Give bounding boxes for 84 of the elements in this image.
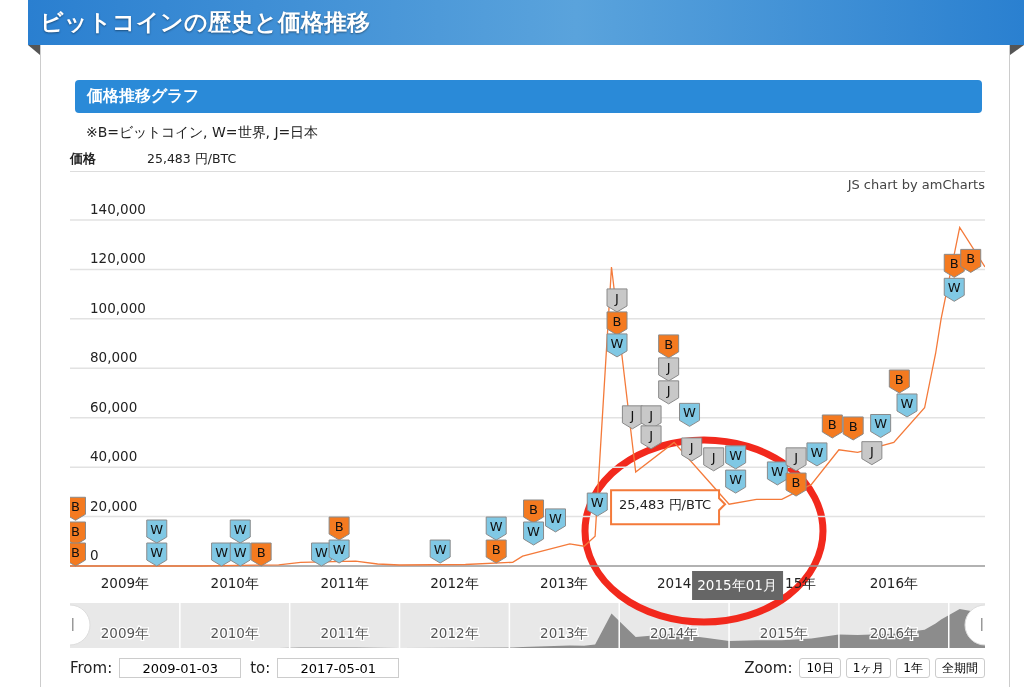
x-tick-label: 2011年 xyxy=(320,575,369,591)
x-tick-label: 2013年 xyxy=(540,575,589,591)
event-flag: W xyxy=(229,519,251,544)
event-flag: B xyxy=(70,542,86,567)
event-flag: W xyxy=(211,542,233,567)
event-flag: B xyxy=(328,516,350,541)
event-flag: J xyxy=(681,437,703,462)
event-flag: B xyxy=(785,472,807,497)
navigator-year-label: 2013年 xyxy=(540,625,589,641)
legend-note: ※B=ビットコイン, W=世界, J=日本 xyxy=(86,123,320,142)
value-tooltip: 25,483 円/BTC xyxy=(610,489,727,526)
to-label: to: xyxy=(250,659,271,677)
event-flag: W xyxy=(523,521,545,546)
event-flag: W xyxy=(606,333,628,358)
event-flag: B xyxy=(960,248,982,273)
event-flag: B xyxy=(70,496,86,521)
zoom-label: Zoom: xyxy=(744,659,793,677)
event-flag: B xyxy=(606,311,628,336)
y-tick-label: 140,000 xyxy=(90,201,146,217)
navigator-handle[interactable] xyxy=(964,604,985,646)
event-flag: W xyxy=(766,461,788,486)
from-label: From: xyxy=(70,659,113,677)
to-date-field[interactable]: 2017-05-01 xyxy=(277,658,400,678)
price-value: 25,483 円/BTC xyxy=(147,151,237,168)
from-date-field[interactable]: 2009-01-03 xyxy=(119,658,242,678)
event-flag: W xyxy=(725,469,747,494)
y-tick-label: 40,000 xyxy=(90,448,138,465)
event-flag: J xyxy=(606,288,628,313)
navigator-year-label: 2012年 xyxy=(430,625,479,641)
y-tick-label: 120,000 xyxy=(90,250,146,267)
navigator-year-label: 2011年 xyxy=(320,625,369,641)
page-title: ビットコインの歴史と価格推移 xyxy=(40,8,370,37)
navigator-year-label: 2009年 xyxy=(100,625,150,641)
event-flag: B xyxy=(485,539,507,564)
ribbon-fold xyxy=(28,45,40,55)
event-flag: J xyxy=(703,447,725,472)
event-flag: W xyxy=(725,445,747,470)
navigator-year-label: 2015年 xyxy=(759,625,809,641)
event-flag: B xyxy=(821,414,843,439)
event-flag: J xyxy=(640,425,662,450)
event-flag: W xyxy=(429,539,451,564)
section-title: 価格推移グラフ xyxy=(87,86,199,107)
event-flag: W xyxy=(679,402,700,427)
event-flag: J xyxy=(658,357,680,382)
event-flag: W xyxy=(328,539,350,564)
event-flag: W xyxy=(545,508,566,533)
event-flag: W xyxy=(943,277,965,302)
event-flag: W xyxy=(806,442,828,467)
event-flag: W xyxy=(146,519,168,544)
zoom-button[interactable]: 1年 xyxy=(896,658,930,678)
event-flag: B xyxy=(523,499,545,524)
x-tick-label: 2010年 xyxy=(210,575,259,591)
zoom-button[interactable]: 1ヶ月 xyxy=(845,658,892,678)
event-flag: W xyxy=(896,393,918,418)
cursor-date-label: 2015年01月 xyxy=(692,571,784,600)
y-tick-label: 20,000 xyxy=(90,497,138,514)
event-flag: W xyxy=(146,542,168,567)
navigator-handle[interactable] xyxy=(70,604,91,646)
zoom-button[interactable]: 全期間 xyxy=(935,658,985,678)
x-tick-label: 2012年 xyxy=(430,575,479,591)
y-tick-label: 60,000 xyxy=(90,398,138,415)
event-flag: J xyxy=(861,441,883,466)
event-flag: W xyxy=(586,492,608,517)
y-tick-label: 0 xyxy=(90,547,99,563)
event-flag: B xyxy=(842,416,864,441)
y-tick-label: 100,000 xyxy=(90,299,146,316)
event-flag: J xyxy=(621,405,643,430)
event-flag: W xyxy=(485,516,507,541)
event-flag: B xyxy=(888,369,910,394)
x-tick-label: 2009年 xyxy=(100,575,150,591)
event-flag: J xyxy=(658,380,680,405)
ribbon-fold xyxy=(1010,45,1024,55)
price-label: 価格 xyxy=(70,151,97,168)
zoom-button[interactable]: 10日 xyxy=(799,658,841,678)
event-flag: B xyxy=(658,334,680,359)
event-flag: W xyxy=(870,414,892,438)
y-tick-label: 80,000 xyxy=(90,349,138,366)
event-flag: J xyxy=(785,447,807,472)
x-tick-label: 2014 xyxy=(656,575,692,591)
chart-credit: JS chart by amCharts xyxy=(847,176,985,192)
event-flag: B xyxy=(250,542,272,567)
x-tick-label: 2016年 xyxy=(869,575,918,591)
navigator-year-label: 2010年 xyxy=(210,625,259,641)
event-flag: W xyxy=(229,542,251,567)
